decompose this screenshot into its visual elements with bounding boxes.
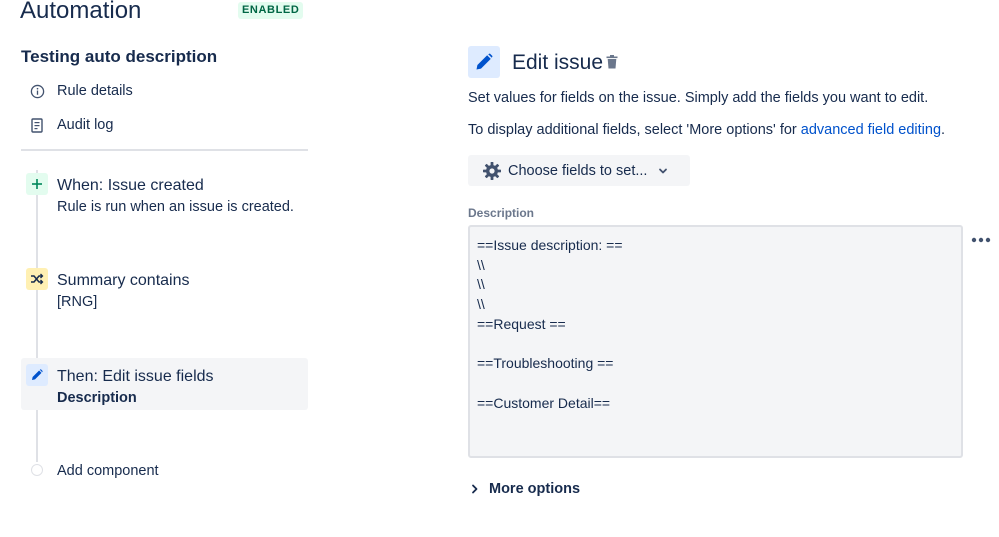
pencil-icon — [468, 46, 500, 78]
step-title: Summary contains — [57, 271, 190, 291]
description-textarea[interactable]: ==Issue description: == \\ \\ \\ ==Reque… — [468, 225, 963, 458]
description-field-label: Description — [468, 206, 534, 220]
step-title: When: Issue created — [57, 176, 204, 196]
nav-rule-details[interactable]: Rule details — [29, 80, 133, 102]
more-options-toggle[interactable]: More options — [470, 481, 580, 497]
add-component-link[interactable]: Add component — [57, 462, 159, 480]
choose-fields-label: Choose fields to set... — [508, 163, 647, 179]
step-subtitle: Rule is run when an issue is created. — [57, 198, 294, 216]
advanced-hint-text: To display additional fields, select 'Mo… — [468, 122, 801, 138]
nav-label: Audit log — [57, 117, 113, 133]
nav-audit-log[interactable]: Audit log — [29, 114, 113, 136]
more-options-label: More options — [489, 481, 580, 497]
advanced-hint: To display additional fields, select 'Mo… — [468, 121, 945, 139]
sidebar-divider — [21, 149, 308, 151]
chevron-down-icon — [657, 165, 669, 177]
action-title: Edit issue — [512, 50, 603, 76]
pencil-icon — [26, 364, 48, 386]
add-component-dot — [31, 464, 43, 476]
step-title: Then: Edit issue fields — [57, 367, 214, 387]
shuffle-icon — [26, 268, 48, 290]
more-actions-icon[interactable] — [969, 230, 993, 250]
advanced-field-editing-link[interactable]: advanced field editing — [801, 122, 941, 138]
choose-fields-button[interactable]: Choose fields to set... — [468, 155, 690, 186]
action-description: Set values for fields on the issue. Simp… — [468, 89, 928, 107]
step-action-selected[interactable]: Then: Edit issue fields Description — [21, 358, 308, 410]
plus-icon — [26, 173, 48, 195]
document-icon — [29, 117, 45, 133]
chevron-right-icon — [470, 483, 480, 495]
trash-icon[interactable] — [606, 55, 620, 71]
step-subtitle: Description — [57, 389, 137, 407]
info-icon — [29, 83, 45, 99]
status-badge: ENABLED — [238, 2, 303, 19]
rule-name: Testing auto description — [21, 47, 217, 67]
step-subtitle: [RNG] — [57, 293, 97, 311]
page-title: Automation — [20, 0, 141, 28]
step-condition[interactable]: Summary contains [RNG] — [21, 262, 308, 314]
nav-label: Rule details — [57, 83, 133, 99]
step-trigger[interactable]: When: Issue created Rule is run when an … — [21, 168, 308, 220]
advanced-hint-suffix: . — [941, 122, 945, 138]
gear-icon — [482, 161, 502, 181]
